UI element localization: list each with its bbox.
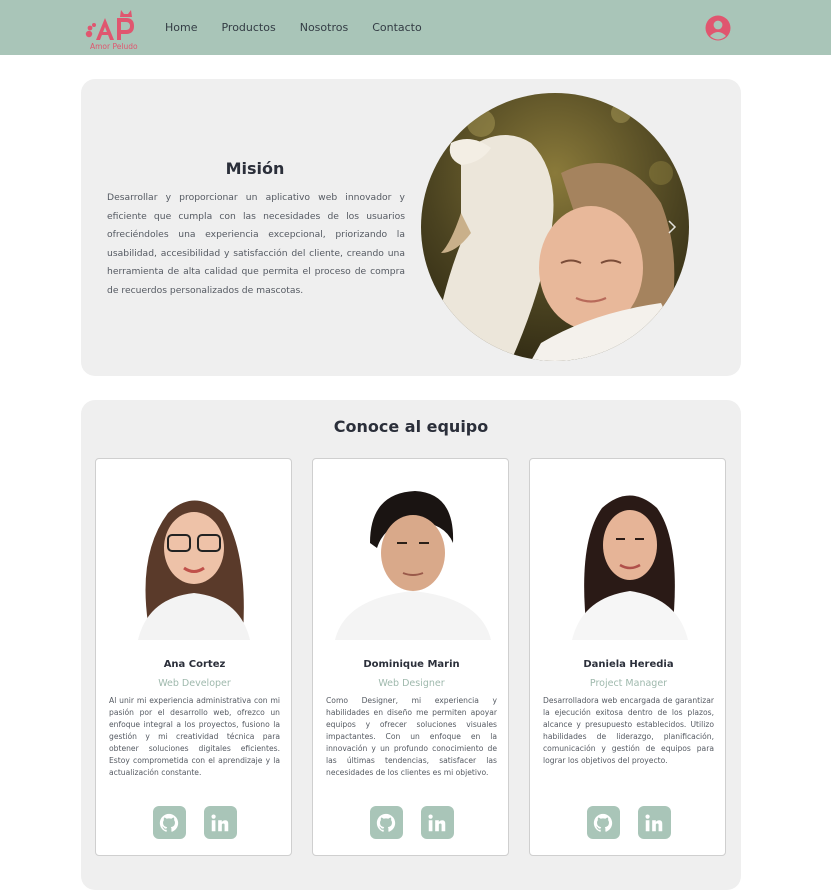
github-icon[interactable]	[152, 806, 186, 839]
member-name: Ana Cortez	[163, 659, 226, 670]
mission-text: Desarrollar y proporcionar un aplicativo…	[107, 192, 405, 296]
user-circle-icon[interactable]	[705, 15, 731, 41]
member-bio: Al unir mi experiencia administrativa co…	[109, 696, 280, 777]
team-card-ana: Ana Cortez Web Developer Al unir mi expe…	[95, 458, 292, 856]
team-card-dominique: Dominique Marin Web Designer Como Design…	[312, 458, 509, 856]
member-bio: Como Designer, mi experiencia y habilida…	[326, 696, 497, 777]
avatar	[542, 473, 714, 640]
mission-photo	[421, 93, 689, 361]
nav-contacto[interactable]: Contacto	[372, 21, 422, 34]
brand-name: Amor Peludo	[90, 42, 138, 51]
member-bio: Desarrolladora web encargada de garantiz…	[543, 696, 714, 765]
avatar	[325, 473, 497, 640]
nav-nosotros[interactable]: Nosotros	[300, 21, 348, 34]
team-card-daniela: Daniela Heredia Project Manager Desarrol…	[529, 458, 726, 856]
linkedin-icon[interactable]	[203, 806, 237, 839]
member-role: Web Developer	[158, 678, 231, 689]
mission-section: Misión Desarrollar y proporcionar un apl…	[81, 79, 741, 376]
chevron-right-icon[interactable]	[667, 219, 681, 235]
avatar	[108, 473, 280, 640]
social-links	[313, 806, 510, 839]
member-name: Dominique Marin	[363, 659, 460, 670]
linkedin-icon[interactable]	[637, 806, 671, 839]
social-links	[96, 806, 293, 839]
logo-icon	[85, 10, 134, 40]
nav-home[interactable]: Home	[165, 21, 197, 34]
github-icon[interactable]	[369, 806, 403, 839]
nav-productos[interactable]: Productos	[221, 21, 275, 34]
brand-logo[interactable]: Amor Peludo	[84, 6, 142, 52]
team-section: Conoce al equipo Ana Cortez Web Develope…	[81, 400, 741, 890]
github-icon[interactable]	[586, 806, 620, 839]
linkedin-icon[interactable]	[420, 806, 454, 839]
main-nav: Home Productos Nosotros Contacto	[165, 21, 422, 34]
member-name: Daniela Heredia	[583, 659, 674, 670]
navbar: Amor Peludo Home Productos Nosotros Cont…	[0, 0, 831, 55]
social-links	[530, 806, 727, 839]
member-role: Web Designer	[378, 678, 445, 689]
mission-title: Misión	[225, 159, 285, 178]
team-title: Conoce al equipo	[333, 417, 489, 436]
member-role: Project Manager	[589, 678, 668, 689]
